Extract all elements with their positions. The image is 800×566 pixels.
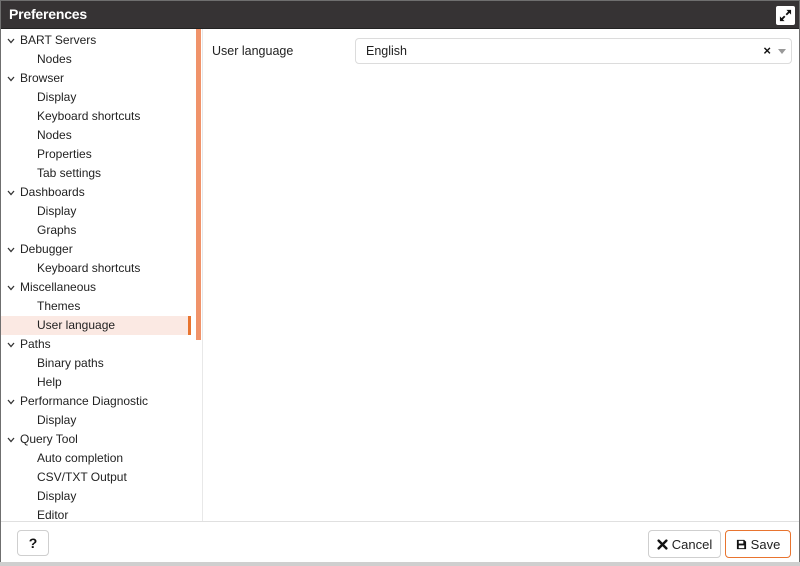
tree-item[interactable]: Display xyxy=(1,202,196,221)
tree-item[interactable]: Themes xyxy=(1,297,196,316)
tree-item-label: Nodes xyxy=(37,52,72,66)
tree-item[interactable]: Binary paths xyxy=(1,354,196,373)
tree-item[interactable]: Properties xyxy=(1,145,196,164)
tree-item[interactable]: Help xyxy=(1,373,196,392)
tree-item-label: Tab settings xyxy=(37,166,102,180)
clear-icon[interactable]: × xyxy=(763,43,771,58)
chevron-down-icon[interactable] xyxy=(7,183,16,202)
close-icon xyxy=(657,538,668,550)
chevron-down-icon[interactable] xyxy=(7,335,16,354)
tree-item-label: Help xyxy=(37,375,62,389)
dropdown-arrow-icon[interactable] xyxy=(778,49,786,54)
tree-item-label: Dashboards xyxy=(20,185,85,199)
tree-item[interactable]: Nodes xyxy=(1,126,196,145)
chevron-down-icon[interactable] xyxy=(7,240,16,259)
dialog-footer: ? Cancel Save xyxy=(1,521,799,564)
tree-item-label: Display xyxy=(37,204,77,218)
cancel-label: Cancel xyxy=(671,536,713,552)
cancel-button[interactable]: Cancel xyxy=(648,530,721,558)
tree-group[interactable]: Browser xyxy=(1,69,196,88)
tree-item[interactable]: Graphs xyxy=(1,221,196,240)
tree-item[interactable]: Tab settings xyxy=(1,164,196,183)
preferences-dialog: Preferences BART Servers Nodes Browser Disp… xyxy=(0,0,800,564)
tree-item-label: BART Servers xyxy=(20,33,97,47)
maximize-button[interactable] xyxy=(776,6,795,25)
tree-item-label: Nodes xyxy=(37,128,72,142)
tree-item[interactable]: Keyboard shortcuts xyxy=(1,259,196,278)
floppy-disk-icon xyxy=(736,539,746,549)
tree-group[interactable]: Miscellaneous xyxy=(1,278,196,297)
tree-item[interactable]: Display xyxy=(1,88,196,107)
preferences-tree: BART Servers Nodes Browser Display Keyboard … xyxy=(1,29,196,521)
tree-item-label: Browser xyxy=(20,71,65,85)
tree-group[interactable]: BART Servers xyxy=(1,31,196,50)
preference-panel: User language English × xyxy=(203,29,799,521)
tree-item-label: Graphs xyxy=(37,223,77,237)
tree-item-label: Keyboard shortcuts xyxy=(37,261,141,275)
tree-item-label: Miscellaneous xyxy=(20,280,97,294)
tree-group[interactable]: Query Tool xyxy=(1,430,196,449)
user-language-select[interactable]: English × xyxy=(355,38,792,64)
tree-item-label: Display xyxy=(37,90,77,104)
background-strip xyxy=(0,562,800,566)
tree-item[interactable]: Nodes xyxy=(1,50,196,69)
dialog-title: Preferences xyxy=(9,6,87,22)
chevron-down-icon[interactable] xyxy=(7,69,16,88)
select-value: English xyxy=(366,44,407,58)
tree-item-label: Keyboard shortcuts xyxy=(37,109,141,123)
tree-item-label: Debugger xyxy=(20,242,73,256)
tree-item-label: Display xyxy=(37,489,77,503)
user-language-label: User language xyxy=(212,44,294,58)
tree-item[interactable]: CSV/TXT Output xyxy=(1,468,196,487)
tree-group[interactable]: Debugger xyxy=(1,240,196,259)
tree-item-label: Properties xyxy=(37,147,92,161)
tree-item[interactable]: Keyboard shortcuts xyxy=(1,107,196,126)
chevron-down-icon[interactable] xyxy=(7,430,16,449)
tree-item-label: CSV/TXT Output xyxy=(37,470,127,484)
tree-scrollbar[interactable] xyxy=(196,29,203,521)
tree-item-label: Editor xyxy=(37,508,69,521)
tree-item[interactable]: Editor xyxy=(1,506,196,521)
tree-item-label: User language xyxy=(37,318,116,332)
tree-item-label: Display xyxy=(37,413,77,427)
title-bar[interactable]: Preferences xyxy=(1,1,799,29)
tree-item-label: Performance Diagnostic xyxy=(20,394,149,408)
save-label: Save xyxy=(750,536,781,552)
tree-item[interactable]: Auto completion xyxy=(1,449,196,468)
help-button[interactable]: ? xyxy=(17,530,49,556)
tree-item-label: Query Tool xyxy=(20,432,78,446)
tree-item[interactable]: Display xyxy=(1,487,196,506)
tree-item-label: Binary paths xyxy=(37,356,104,370)
tree-item-label: Auto completion xyxy=(37,451,124,465)
tree-group[interactable]: Paths xyxy=(1,335,196,354)
tree-list: BART Servers Nodes Browser Display Keyboard … xyxy=(1,31,196,521)
chevron-down-icon[interactable] xyxy=(7,278,16,297)
save-button[interactable]: Save xyxy=(725,530,791,558)
tree-item-label: Paths xyxy=(20,337,51,351)
tree-scrollbar-thumb[interactable] xyxy=(196,29,201,340)
tree-item[interactable]: User language xyxy=(1,316,191,335)
tree-group[interactable]: Performance Diagnostic xyxy=(1,392,196,411)
expand-icon xyxy=(779,9,792,22)
chevron-down-icon[interactable] xyxy=(7,392,16,411)
chevron-down-icon[interactable] xyxy=(7,31,16,50)
tree-item-label: Themes xyxy=(37,299,81,313)
tree-group[interactable]: Dashboards xyxy=(1,183,196,202)
tree-item[interactable]: Display xyxy=(1,411,196,430)
